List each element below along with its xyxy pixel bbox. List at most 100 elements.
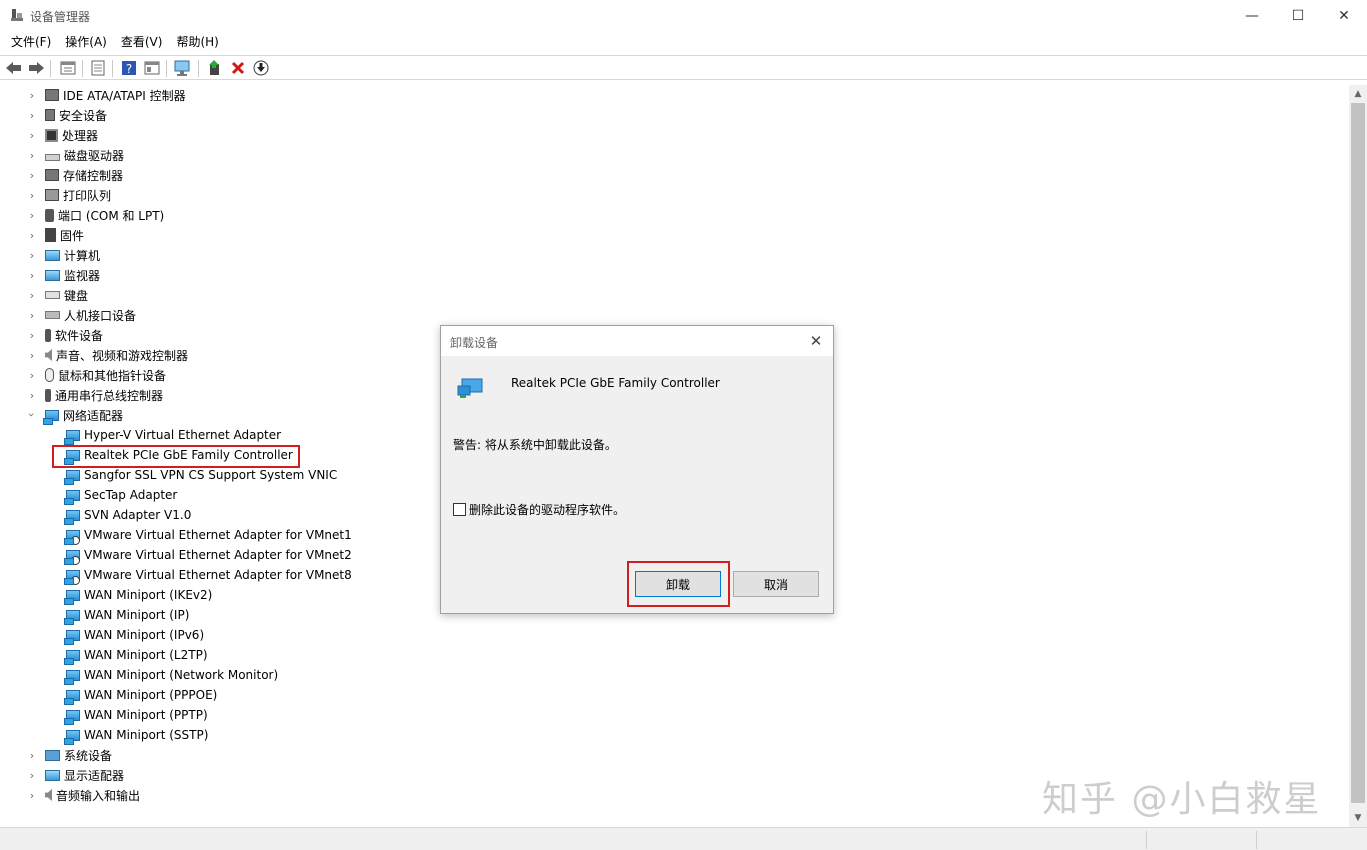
- back-icon[interactable]: [5, 59, 23, 77]
- chevron-right-icon[interactable]: ›: [27, 345, 37, 365]
- download-icon[interactable]: [252, 59, 270, 77]
- update-driver-icon[interactable]: [206, 59, 224, 77]
- network-adapter-icon: [64, 709, 80, 725]
- tree-item[interactable]: VMware Virtual Ethernet Adapter for VMne…: [64, 545, 352, 565]
- tree-item[interactable]: WAN Miniport (IPv6): [64, 625, 204, 645]
- chevron-right-icon[interactable]: ›: [27, 305, 37, 325]
- network-adapter-icon: [64, 649, 80, 665]
- status-divider: [1256, 831, 1257, 849]
- dialog-title-bar[interactable]: 卸载设备 ✕: [441, 326, 833, 356]
- network-adapter-icon: [64, 669, 80, 685]
- maximize-button[interactable]: ☐: [1275, 0, 1321, 31]
- security-device-icon: [45, 109, 55, 121]
- watermark: 知乎 @小白救星: [1042, 779, 1322, 820]
- audio-icon: [45, 789, 52, 801]
- dialog-close-icon[interactable]: ✕: [805, 330, 827, 352]
- vertical-scrollbar[interactable]: ▲ ▼: [1349, 85, 1367, 827]
- tree-item[interactable]: Hyper-V Virtual Ethernet Adapter: [64, 425, 281, 445]
- port-icon: [45, 208, 54, 222]
- chevron-right-icon[interactable]: ›: [27, 225, 37, 245]
- tree-item-label: SVN Adapter V1.0: [84, 508, 192, 522]
- tree-category-label: 鼠标和其他指针设备: [58, 368, 167, 383]
- menu-action[interactable]: 操作(A): [58, 31, 114, 54]
- scroll-up-icon[interactable]: ▲: [1349, 85, 1367, 102]
- monitor-scan-icon[interactable]: [174, 59, 192, 77]
- chevron-right-icon[interactable]: ›: [27, 365, 37, 385]
- tree-item[interactable]: SecTap Adapter: [64, 485, 177, 505]
- chevron-right-icon[interactable]: ›: [27, 265, 37, 285]
- chevron-right-icon[interactable]: ›: [27, 785, 37, 805]
- keyboard-icon: [45, 291, 60, 299]
- tree-item[interactable]: WAN Miniport (Network Monitor): [64, 665, 278, 685]
- virtual-network-adapter-icon: [64, 529, 80, 545]
- chevron-right-icon[interactable]: ›: [27, 205, 37, 225]
- chevron-right-icon[interactable]: ›: [27, 185, 37, 205]
- chevron-right-icon[interactable]: ›: [27, 85, 37, 105]
- menu-view[interactable]: 查看(V): [114, 31, 170, 54]
- delete-driver-label[interactable]: 删除此设备的驱动程序软件。: [469, 501, 625, 518]
- properties-icon[interactable]: [89, 59, 107, 77]
- toolbar-separator: [166, 60, 167, 77]
- chevron-right-icon[interactable]: ›: [27, 165, 37, 185]
- view-icon[interactable]: [143, 59, 161, 77]
- tree-item[interactable]: WAN Miniport (IP): [64, 605, 189, 625]
- delete-driver-checkbox-row[interactable]: 删除此设备的驱动程序软件。: [453, 501, 625, 518]
- close-button[interactable]: ✕: [1321, 0, 1367, 31]
- menu-bar: 文件(F) 操作(A) 查看(V) 帮助(H): [0, 31, 1367, 54]
- network-adapter-icon: [43, 409, 59, 425]
- tree-category-label: IDE ATA/ATAPI 控制器: [63, 88, 186, 103]
- tree-item-label: WAN Miniport (PPPOE): [84, 688, 218, 702]
- tree-item[interactable]: VMware Virtual Ethernet Adapter for VMne…: [64, 565, 352, 585]
- tree-item-label: VMware Virtual Ethernet Adapter for VMne…: [84, 528, 352, 542]
- firmware-icon: [45, 228, 56, 242]
- uninstall-icon[interactable]: [229, 59, 247, 77]
- tree-item[interactable]: WAN Miniport (L2TP): [64, 645, 208, 665]
- tree-item[interactable]: WAN Miniport (PPTP): [64, 705, 208, 725]
- title-bar[interactable]: 设备管理器 — ☐ ✕: [0, 0, 1367, 31]
- tree-item-label: VMware Virtual Ethernet Adapter for VMne…: [84, 568, 352, 582]
- chevron-down-icon[interactable]: ›: [22, 410, 42, 420]
- chevron-right-icon[interactable]: ›: [27, 105, 37, 125]
- menu-help[interactable]: 帮助(H): [169, 31, 225, 54]
- minimize-button[interactable]: —: [1229, 0, 1275, 31]
- tree-item[interactable]: VMware Virtual Ethernet Adapter for VMne…: [64, 525, 352, 545]
- chevron-right-icon[interactable]: ›: [27, 245, 37, 265]
- chevron-right-icon[interactable]: ›: [27, 125, 37, 145]
- tree-item[interactable]: WAN Miniport (IKEv2): [64, 585, 212, 605]
- dialog-title: 卸载设备: [450, 336, 499, 350]
- chevron-right-icon[interactable]: ›: [27, 765, 37, 785]
- help-icon[interactable]: ?: [120, 59, 138, 77]
- cancel-button[interactable]: 取消: [733, 571, 819, 597]
- tree-item[interactable]: SVN Adapter V1.0: [64, 505, 192, 525]
- tree-item[interactable]: WAN Miniport (SSTP): [64, 725, 208, 745]
- hid-icon: [45, 311, 60, 319]
- tree-category-label: 计算机: [64, 248, 101, 263]
- network-adapter-icon: [64, 429, 80, 445]
- chevron-right-icon[interactable]: ›: [27, 325, 37, 345]
- tree-item-label: WAN Miniport (PPTP): [84, 708, 208, 722]
- tree-item[interactable]: WAN Miniport (PPPOE): [64, 685, 218, 705]
- status-bar: [0, 827, 1367, 850]
- toolbar-separator: [82, 60, 83, 77]
- tree-category-label: 存储控制器: [63, 168, 124, 183]
- scroll-down-icon[interactable]: ▼: [1349, 809, 1367, 826]
- delete-driver-checkbox[interactable]: [453, 503, 466, 516]
- tree-item[interactable]: Sangfor SSL VPN CS Support System VNIC: [64, 465, 337, 485]
- scroll-thumb[interactable]: [1351, 103, 1365, 803]
- tree-category-label: 监视器: [64, 268, 101, 283]
- dialog-device-name: Realtek PCIe GbE Family Controller: [511, 376, 720, 390]
- chevron-right-icon[interactable]: ›: [27, 285, 37, 305]
- display-adapter-icon: [45, 769, 60, 781]
- chevron-right-icon[interactable]: ›: [27, 145, 37, 165]
- speaker-icon: [45, 349, 52, 361]
- toolbar-separator: [112, 60, 113, 77]
- tree-category-label: 显示适配器: [64, 768, 125, 783]
- chevron-right-icon[interactable]: ›: [27, 385, 37, 405]
- mouse-icon: [45, 368, 54, 382]
- chevron-right-icon[interactable]: ›: [27, 745, 37, 765]
- forward-icon[interactable]: [27, 59, 45, 77]
- disk-drive-icon: [45, 153, 60, 161]
- tree-category-label: 软件设备: [55, 328, 104, 343]
- menu-file[interactable]: 文件(F): [4, 31, 58, 54]
- properties-pane-icon[interactable]: [59, 59, 77, 77]
